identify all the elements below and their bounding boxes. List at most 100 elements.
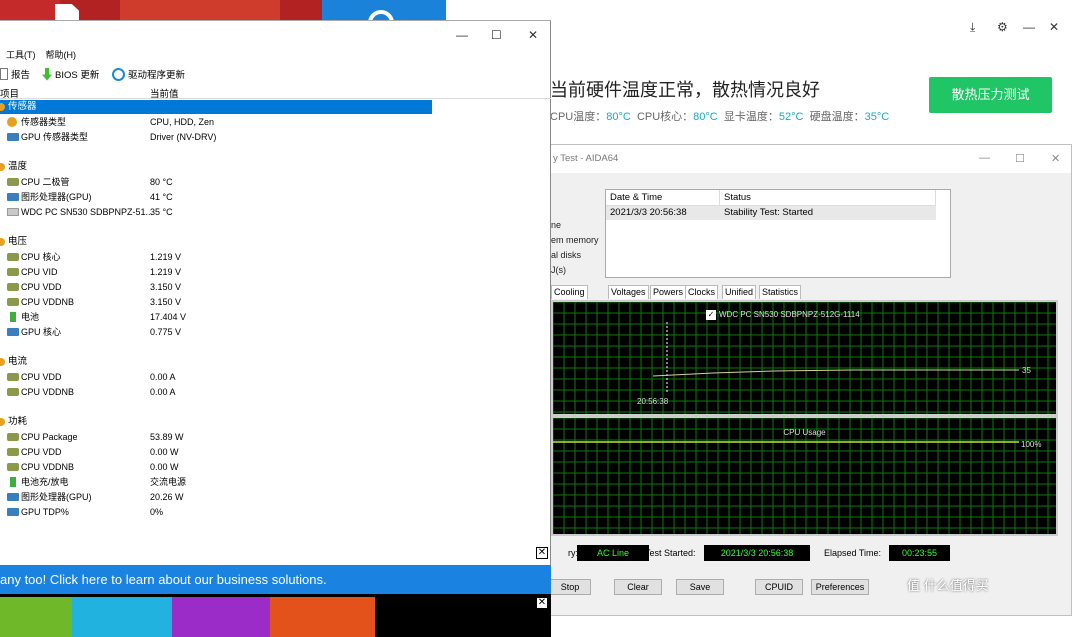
minimize-icon[interactable]: — (1023, 20, 1035, 34)
log-status-cell: Stability Test: Started (720, 206, 936, 220)
save-button[interactable]: Save (676, 579, 724, 595)
sensor-value: 53.89 W (150, 432, 184, 442)
preferences-button[interactable]: Preferences (811, 579, 869, 595)
maximize-icon[interactable]: ☐ (1015, 152, 1025, 165)
sensor-category-row[interactable]: 温度 (0, 160, 432, 174)
sensor-row[interactable]: GPU 核心 0.775 V (0, 325, 432, 339)
sensor-row[interactable]: CPU 二极管 80 °C (0, 175, 432, 189)
tab-voltages[interactable]: Voltages (608, 285, 649, 299)
sensor-category-row[interactable]: 电压 (0, 235, 432, 249)
aida64-title-bar: y Test - AIDA64 — ☐ ✕ (551, 145, 1071, 173)
download-arrow-icon (42, 67, 52, 81)
sensor-row[interactable]: 图形处理器(GPU) 20.26 W (0, 490, 432, 504)
sensor-value: 1.219 V (150, 267, 182, 277)
sensor-category-row[interactable]: 传感器 (0, 100, 432, 114)
close-strip-icon[interactable]: ✕ (536, 597, 548, 609)
column-header-datetime[interactable]: Date & Time (606, 190, 720, 206)
gpu-icon (7, 508, 19, 516)
sensor-category-row[interactable]: 电流 (0, 355, 432, 369)
magnifier-icon (112, 67, 125, 81)
chip-icon (7, 298, 19, 306)
sensor-row[interactable]: CPU VDD 3.150 V (0, 280, 432, 294)
sensor-row[interactable]: CPU VDDNB 0.00 A (0, 385, 432, 399)
column-header-status[interactable]: Status (720, 190, 936, 206)
sensor-name: CPU VDD (21, 372, 62, 382)
stress-option-label[interactable]: ne (551, 220, 561, 230)
tab-cooling-fans[interactable]: Cooling Fans (551, 285, 588, 310)
tab-statistics[interactable]: Statistics (759, 285, 802, 299)
sensor-row[interactable]: GPU TDP% 0% (0, 505, 432, 519)
sensor-name: CPU VDD (21, 282, 62, 292)
test-started-label: Test Started: (645, 548, 696, 558)
status-log-table: Date & Time Status 2021/3/3 20:56:38 Sta… (605, 189, 951, 278)
battery-icon (10, 312, 16, 322)
gpu-icon (7, 493, 19, 501)
sensor-name: CPU VDDNB (21, 462, 75, 472)
column-header-item[interactable]: 项目 (0, 86, 19, 100)
sensor-name: WDC PC SN530 SDBPNPZ-51... (21, 207, 154, 217)
sensor-row[interactable]: GPU 传感器类型 Driver (NV-DRV) (0, 130, 432, 144)
sensor-value: 0.00 A (150, 372, 176, 382)
close-icon[interactable]: ✕ (528, 28, 538, 42)
sensor-value: 35 °C (150, 207, 173, 217)
sensor-value: 3.150 V (150, 297, 182, 307)
sensor-value: 3.150 V (150, 282, 182, 292)
apple-icon (72, 597, 172, 637)
report-button[interactable]: 报告 (0, 67, 30, 81)
android-icon (0, 597, 72, 637)
sensor-name: CPU 二极管 (21, 177, 70, 187)
bios-update-button[interactable]: BIOS 更新 (42, 67, 99, 81)
minimize-icon[interactable]: — (979, 152, 990, 164)
sensor-row[interactable]: 传感器类型 CPU, HDD, Zen (0, 115, 432, 129)
disk-temperature-line (652, 369, 1019, 377)
stress-test-button[interactable]: 散热压力测试 (929, 77, 1052, 113)
sensor-row[interactable]: CPU VDDNB 0.00 W (0, 460, 432, 474)
sensor-row[interactable]: CPU VDDNB 3.150 V (0, 295, 432, 309)
sensor-row[interactable]: CPU VID 1.219 V (0, 265, 432, 279)
promo-banner-text[interactable]: any too! Click here to learn about our b… (0, 572, 327, 587)
cpuid-button[interactable]: CPUID (755, 579, 803, 595)
sensor-row[interactable]: CPU VDD 0.00 A (0, 370, 432, 384)
sensor-row[interactable]: CPU Package 53.89 W (0, 430, 432, 444)
chip-icon (7, 253, 19, 261)
menu-item-tools[interactable]: 工具(T) (6, 50, 36, 60)
settings-icon[interactable]: ⚙ (997, 20, 1008, 34)
tab-clocks[interactable]: Clocks (685, 285, 719, 299)
sensor-row[interactable]: WDC PC SN530 SDBPNPZ-51... 35 °C (0, 205, 432, 219)
sensor-value: 0% (150, 507, 164, 517)
legend-checkbox[interactable]: ✓ (706, 310, 716, 320)
stress-option-label[interactable]: em memory (551, 235, 599, 245)
tab-unified[interactable]: Unified (722, 285, 757, 299)
sensor-row[interactable]: 电池 17.404 V (0, 310, 432, 324)
close-icon[interactable]: ✕ (1049, 20, 1059, 34)
cpu-core-temp-value: 80°C (693, 111, 718, 123)
sensor-icon (7, 117, 17, 127)
clear-button[interactable]: Clear (614, 579, 662, 595)
close-icon[interactable]: ✕ (1051, 152, 1060, 165)
sensor-tree: 传感器 传感器类型 CPU, HDD, Zen GPU 传感器类型 Driver (NV… (0, 100, 551, 540)
column-header-row: 项目 当前值 (0, 85, 551, 100)
driver-update-button[interactable]: 驱动程序更新 (112, 67, 185, 81)
stress-option-label[interactable]: al disks (551, 250, 581, 260)
sensor-category-row[interactable]: 功耗 (0, 415, 432, 429)
ubuntu-icon (270, 597, 375, 637)
close-banner-icon[interactable]: ✕ (536, 547, 548, 559)
sensor-name: GPU 传感器类型 (21, 132, 89, 142)
category-icon (0, 163, 5, 171)
gpu-icon (7, 133, 19, 141)
sensor-row[interactable]: CPU 核心 1.219 V (0, 250, 432, 264)
stop-button[interactable]: Stop (549, 579, 591, 595)
gpu-icon (7, 328, 19, 336)
sensor-row[interactable]: 电池充/放电 交流电源 (0, 475, 432, 489)
sensor-row[interactable]: 图形处理器(GPU) 41 °C (0, 190, 432, 204)
menu-item-help[interactable]: 帮助(H) (46, 50, 77, 60)
stress-option-label[interactable]: J(s) (551, 265, 566, 275)
column-header-value[interactable]: 当前值 (150, 86, 179, 100)
promo-banner[interactable]: any too! Click here to learn about our b… (0, 565, 551, 594)
download-icon[interactable]: ⤓ (970, 20, 975, 35)
tab-powers[interactable]: Powers (650, 285, 687, 299)
minimize-icon[interactable]: — (456, 28, 468, 42)
category-icon (0, 418, 5, 426)
maximize-icon[interactable]: ☐ (491, 28, 502, 42)
sensor-row[interactable]: CPU VDD 0.00 W (0, 445, 432, 459)
